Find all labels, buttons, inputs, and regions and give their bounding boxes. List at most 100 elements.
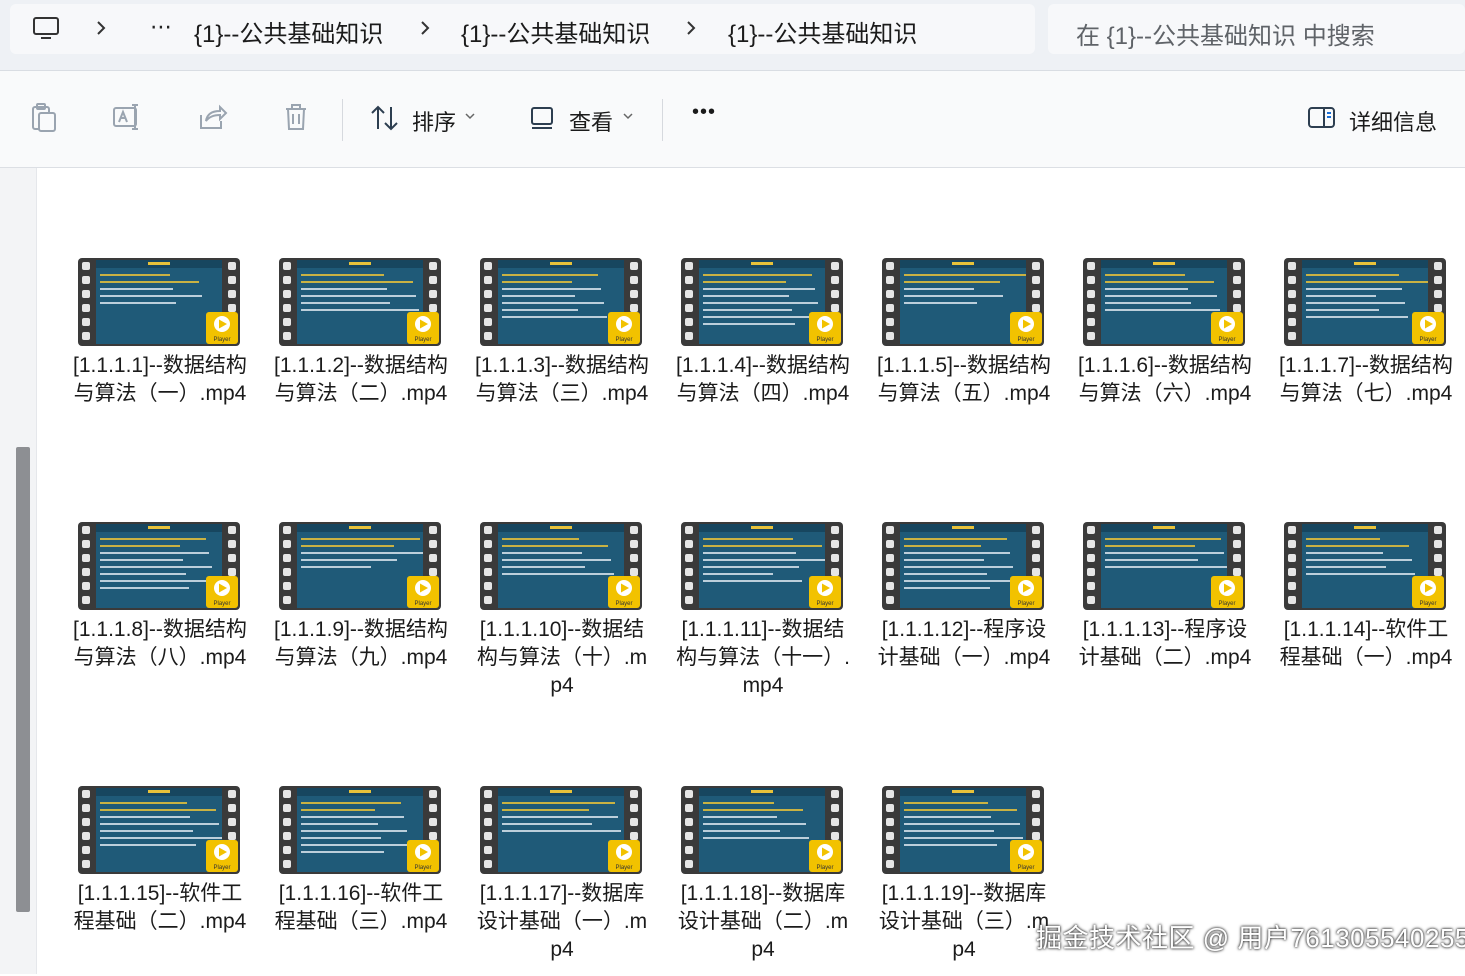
file-name: [1.1.1.7]--数据结构与算法（七）.mp4 (1279, 354, 1453, 405)
thumbnail-badge-label: Player (213, 601, 230, 607)
file-name: [1.1.1.9]--数据结构与算法（九）.mp4 (274, 618, 448, 669)
thumbnail-badge-label: Player (213, 337, 230, 343)
file-name: [1.1.1.8]--数据结构与算法（八）.mp4 (73, 618, 247, 669)
breadcrumb[interactable]: ⋯ {1}--公共基础知识 {1}--公共基础知识 {1}--公共基础知识 (10, 4, 1035, 54)
file-name: [1.1.1.17]--数据库设计基础（一）.mp4 (476, 882, 648, 961)
video-thumbnail[interactable]: Player (681, 786, 843, 874)
file-name: [1.1.1.16]--软件工程基础（三）.mp4 (274, 882, 448, 933)
sort-icon (371, 105, 398, 131)
search-input[interactable]: 在 {1}--公共基础知识 中搜索 (1076, 16, 1375, 51)
file-name: [1.1.1.4]--数据结构与算法（四）.mp4 (676, 354, 850, 405)
file-name: [1.1.1.13]--程序设计基础（二）.mp4 (1078, 618, 1252, 669)
chevron-down-icon (465, 113, 475, 120)
file-item[interactable]: Player [1.1.1.2]--数据结构与算法（二）.mp4 (273, 258, 463, 448)
thumbnail-badge-label: Player (1218, 601, 1235, 607)
thumbnail-badge-label: Player (213, 865, 230, 871)
thumbnail-badge-label: Player (615, 337, 632, 343)
video-thumbnail[interactable]: Player (1284, 522, 1446, 610)
file-item[interactable]: Player [1.1.1.3]--数据结构与算法（三）.mp4 (474, 258, 664, 448)
file-item[interactable]: Player [1.1.1.16]--软件工程基础（三）.mp4 (273, 786, 463, 976)
video-thumbnail[interactable]: Player (1083, 522, 1245, 610)
file-item[interactable]: Player [1.1.1.4]--数据结构与算法（四）.mp4 (675, 258, 865, 448)
thumbnail-badge-label: Player (1218, 337, 1235, 343)
file-name: [1.1.1.1]--数据结构与算法（一）.mp4 (73, 354, 247, 405)
video-thumbnail[interactable]: Player (78, 786, 240, 874)
thumbnail-badge-label: Player (1419, 601, 1436, 607)
toolbar-divider (662, 99, 663, 141)
more-options-button[interactable]: ••• (692, 101, 716, 124)
file-name: [1.1.1.15]--软件工程基础（二）.mp4 (73, 882, 247, 933)
paste-icon[interactable] (28, 101, 60, 133)
video-thumbnail[interactable]: Player (279, 258, 441, 346)
video-thumbnail[interactable]: Player (78, 258, 240, 346)
thumbnail-badge-label: Player (1017, 601, 1034, 607)
file-item[interactable]: Player [1.1.1.10]--数据结构与算法（十）.mp4 (474, 522, 664, 712)
chevron-right-icon[interactable] (418, 17, 432, 39)
chevron-right-icon[interactable] (684, 17, 698, 39)
chevron-down-icon (623, 113, 633, 120)
file-item[interactable]: Player [1.1.1.11]--数据结构与算法（十一）.mp4 (675, 522, 865, 712)
file-name: [1.1.1.12]--程序设计基础（一）.mp4 (877, 618, 1051, 669)
video-thumbnail[interactable]: Player (78, 522, 240, 610)
breadcrumb-overflow[interactable]: ⋯ (150, 16, 173, 38)
thumbnail-badge-label: Player (615, 865, 632, 871)
file-name: [1.1.1.18]--数据库设计基础（二）.mp4 (677, 882, 849, 961)
breadcrumb-item[interactable]: {1}--公共基础知识 (194, 14, 383, 49)
video-thumbnail[interactable]: Player (681, 258, 843, 346)
rename-icon[interactable] (111, 101, 143, 133)
file-name: [1.1.1.2]--数据结构与算法（二）.mp4 (274, 354, 448, 405)
file-name: [1.1.1.5]--数据结构与算法（五）.mp4 (877, 354, 1051, 405)
file-item[interactable]: Player [1.1.1.18]--数据库设计基础（二）.mp4 (675, 786, 865, 976)
breadcrumb-item-current[interactable]: {1}--公共基础知识 (728, 14, 917, 49)
file-item[interactable]: Player [1.1.1.15]--软件工程基础（二）.mp4 (72, 786, 262, 976)
file-name: [1.1.1.11]--数据结构与算法（十一）.mp4 (676, 618, 850, 697)
chevron-right-icon[interactable] (94, 17, 108, 39)
video-thumbnail[interactable]: Player (681, 522, 843, 610)
video-thumbnail[interactable]: Player (480, 522, 642, 610)
video-thumbnail[interactable]: Player (279, 786, 441, 874)
file-name: [1.1.1.14]--软件工程基础（一）.mp4 (1279, 618, 1453, 669)
file-name: [1.1.1.3]--数据结构与算法（三）.mp4 (475, 354, 649, 405)
breadcrumb-item[interactable]: {1}--公共基础知识 (461, 14, 650, 49)
thumbnail-badge-label: Player (816, 337, 833, 343)
details-label: 详细信息 (1349, 110, 1438, 135)
address-bar: ⋯ {1}--公共基础知识 {1}--公共基础知识 {1}--公共基础知识 在 … (0, 0, 1465, 71)
details-pane-icon (1308, 107, 1335, 128)
video-thumbnail[interactable]: Player (1284, 258, 1446, 346)
video-thumbnail[interactable]: Player (882, 786, 1044, 874)
view-icon (531, 107, 553, 129)
thumbnail-badge-label: Player (1419, 337, 1436, 343)
file-item[interactable]: Player [1.1.1.12]--程序设计基础（一）.mp4 (876, 522, 1066, 712)
file-item[interactable]: Player [1.1.1.17]--数据库设计基础（一）.mp4 (474, 786, 664, 976)
file-item[interactable]: Player [1.1.1.8]--数据结构与算法（八）.mp4 (72, 522, 262, 712)
scrollbar-thumb[interactable] (16, 447, 30, 912)
delete-icon[interactable] (280, 101, 312, 133)
file-name: [1.1.1.6]--数据结构与算法（六）.mp4 (1078, 354, 1252, 405)
video-thumbnail[interactable]: Player (480, 258, 642, 346)
search-box[interactable]: 在 {1}--公共基础知识 中搜索 (1048, 4, 1465, 54)
file-item[interactable]: Player [1.1.1.7]--数据结构与算法（七）.mp4 (1278, 258, 1465, 448)
thumbnail-badge-label: Player (816, 865, 833, 871)
thumbnail-badge-label: Player (816, 601, 833, 607)
command-bar: 排序 查看 ••• 详细信息 (0, 71, 1465, 168)
thumbnail-badge-label: Player (414, 337, 431, 343)
file-item[interactable]: Player [1.1.1.1]--数据结构与算法（一）.mp4 (72, 258, 262, 448)
this-pc-icon[interactable] (32, 16, 60, 42)
toolbar-divider (342, 99, 343, 141)
share-icon[interactable] (196, 101, 228, 133)
file-item[interactable]: Player [1.1.1.5]--数据结构与算法（五）.mp4 (876, 258, 1066, 448)
sort-label: 排序 (412, 110, 457, 135)
thumbnail-badge-label: Player (615, 601, 632, 607)
video-thumbnail[interactable]: Player (882, 522, 1044, 610)
thumbnail-badge-label: Player (414, 865, 431, 871)
file-item[interactable]: Player [1.1.1.13]--程序设计基础（二）.mp4 (1077, 522, 1267, 712)
video-thumbnail[interactable]: Player (882, 258, 1044, 346)
video-thumbnail[interactable]: Player (480, 786, 642, 874)
file-item[interactable]: Player [1.1.1.9]--数据结构与算法（九）.mp4 (273, 522, 463, 712)
video-thumbnail[interactable]: Player (1083, 258, 1245, 346)
file-item[interactable]: Player [1.1.1.14]--软件工程基础（一）.mp4 (1278, 522, 1465, 712)
thumbnail-badge-label: Player (1017, 865, 1034, 871)
video-thumbnail[interactable]: Player (279, 522, 441, 610)
file-item[interactable]: Player [1.1.1.6]--数据结构与算法（六）.mp4 (1077, 258, 1267, 448)
file-name: [1.1.1.19]--数据库设计基础（三）.mp4 (878, 882, 1050, 961)
